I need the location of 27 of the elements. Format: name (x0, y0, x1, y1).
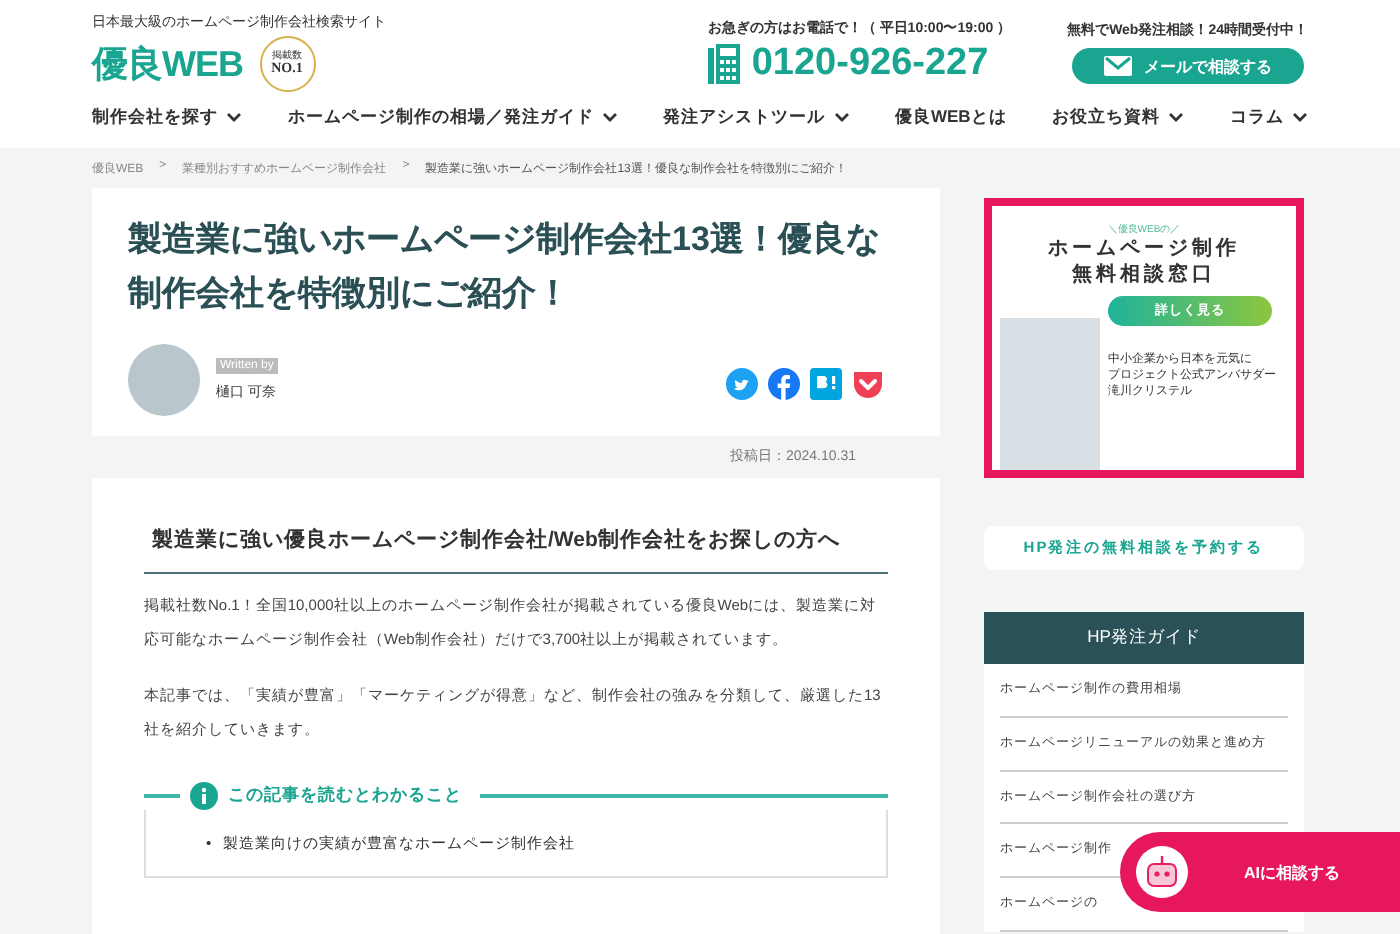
guide-header: HP発注ガイド (984, 612, 1304, 664)
nav-menu-item[interactable]: コラム (1229, 106, 1308, 130)
chevron-down-icon (601, 112, 618, 124)
nav-menu-item[interactable]: 優良WEBとは (894, 106, 1007, 130)
nav-menu-item[interactable]: 制作会社を探す (92, 106, 242, 130)
pocket-icon[interactable] (852, 368, 884, 401)
summary-title: この記事を読むとわかること (228, 784, 462, 809)
nav-menu-item[interactable]: お役立ち資料 (1052, 106, 1185, 130)
nav-menu-item[interactable]: ホームページ制作の相場／発注ガイド (287, 106, 618, 130)
chevron-down-icon (1291, 112, 1308, 124)
phone-icon (707, 44, 740, 84)
chevron-down-icon (1168, 112, 1185, 124)
bird-icon[interactable] (726, 368, 758, 401)
robot-icon (1136, 846, 1188, 898)
banner-title: ホームページ制作 (1048, 236, 1240, 262)
article-title: 製造業に強いホームページ制作会社13選！優良な制作会社を特徴別にご紹介！ (128, 218, 882, 317)
chevron-down-icon (833, 112, 850, 124)
banner-title: 無料相談窓口 (1072, 262, 1216, 288)
chevron-down-icon (226, 112, 242, 124)
b-logo-icon[interactable] (810, 368, 842, 401)
ai-consult-button[interactable]: AIに相談する (1120, 832, 1400, 912)
nav-menu-item[interactable]: 発注アシストツール (663, 106, 850, 130)
envelope-icon (1103, 56, 1132, 76)
f-logo-icon[interactable] (768, 368, 800, 401)
section-heading: 製造業に強い優良ホームページ制作会社/Web制作会社をお探しの方へ (144, 526, 888, 575)
info-icon (190, 782, 218, 811)
avatar-placeholder (128, 344, 200, 417)
